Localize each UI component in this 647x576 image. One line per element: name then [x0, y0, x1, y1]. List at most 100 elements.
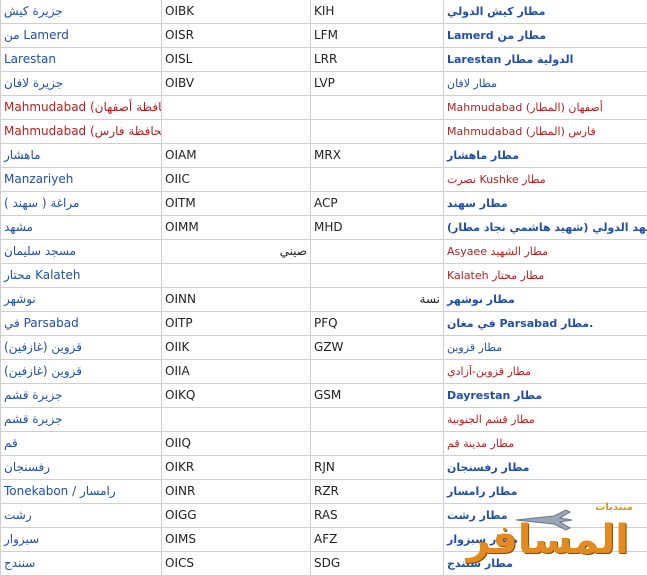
airports-table: جزيرة كيش OIBK KIH مطار كيش الدولي من Lamerd… — [0, 0, 647, 576]
airport-name-cell[interactable]: (مطار مشهد الدولي (شهيد هاشمي نجاد مطار — [443, 215, 647, 240]
table-row: في Parsabad OITP PFQ في مغان Parsabad مطار. — [0, 311, 647, 336]
icao-code-cell: OIMM — [161, 215, 311, 240]
city-cell[interactable]: محتار Kalateh — [0, 263, 162, 288]
airport-name-cell[interactable]: Mahmudabad أصفهان (المطار) — [443, 95, 647, 120]
iata-code-cell — [310, 95, 444, 120]
city-cell[interactable]: (قزوين (غازفين — [0, 335, 162, 360]
table-row: Mahmudabad (محافظة أصفهان) Mahmudabad أصف… — [0, 95, 647, 120]
icao-code-cell: OITM — [161, 191, 311, 216]
table-row: رفسنجان OIKR RJN مطار رفسنجان — [0, 455, 647, 480]
airport-name-cell[interactable]: Larestan الدولية مطار — [443, 47, 647, 72]
airport-name-cell[interactable]: مطار قزوين — [443, 335, 647, 360]
table-row: ماهشار OIAM MRX مطار ماهشار — [0, 143, 647, 168]
airport-name-cell[interactable]: مطار سهند — [443, 191, 647, 216]
icao-code-cell: OISL — [161, 47, 311, 72]
airport-name-cell[interactable]: Lamerd مطار من — [443, 23, 647, 48]
icao-code-cell — [161, 95, 311, 120]
table-row: سنندج OICS SDG مطار سنندج — [0, 551, 647, 576]
city-cell[interactable]: مسجد سليمان — [0, 239, 162, 264]
table-row: نوشهر OINN نسة مطار نوشهر — [0, 287, 647, 312]
table-row: محتار Kalateh Kalateh مطار محتار — [0, 263, 647, 288]
city-cell[interactable]: جزيرة قشم — [0, 407, 162, 432]
iata-code-cell: RAS — [310, 503, 444, 528]
iata-code-cell: LVP — [310, 71, 444, 96]
table-row: Manzariyeh OIIC نصرت Kushke مطار — [0, 167, 647, 192]
airport-name-cell[interactable]: مطار رشت — [443, 503, 647, 528]
airport-name-cell[interactable]: نصرت Kushke مطار — [443, 167, 647, 192]
city-cell[interactable]: Manzariyeh — [0, 167, 162, 192]
airport-name-cell[interactable]: مطار لافان — [443, 71, 647, 96]
icao-code-cell: صيني — [161, 239, 311, 264]
iata-code-cell: SDG — [310, 551, 444, 576]
airports-table-body: جزيرة كيش OIBK KIH مطار كيش الدولي من Lamerd… — [0, 0, 647, 576]
iata-code-cell — [310, 431, 444, 456]
iata-code-cell — [310, 263, 444, 288]
icao-code-cell — [161, 119, 311, 144]
icao-code-cell: OIIA — [161, 359, 311, 384]
icao-code-cell: OIIQ — [161, 431, 311, 456]
airport-name-cell[interactable]: مطار ماهشار — [443, 143, 647, 168]
icao-code-cell: OINN — [161, 287, 311, 312]
city-cell[interactable]: نوشهر — [0, 287, 162, 312]
airport-name-cell[interactable]: مطار كيش الدولي — [443, 0, 647, 24]
airport-name-cell[interactable]: مطار قشم الجنوبية — [443, 407, 647, 432]
airport-name-cell[interactable]: مطار رفسنجان — [443, 455, 647, 480]
table-row: Larestan OISL LRR Larestan الدولية مطار — [0, 47, 647, 72]
iata-code-cell: GZW — [310, 335, 444, 360]
airport-name-cell[interactable]: مطار قزوين-آزادي — [443, 359, 647, 384]
city-cell[interactable]: رفسنجان — [0, 455, 162, 480]
iata-code-cell — [310, 407, 444, 432]
iata-code-cell: RJN — [310, 455, 444, 480]
airport-name-cell[interactable]: مطار مدينة قم — [443, 431, 647, 456]
city-cell[interactable]: Tonekabon / رامسار — [0, 479, 162, 504]
table-row: (قزوين (غازفين OIIA مطار قزوين-آزادي — [0, 359, 647, 384]
city-cell[interactable]: رشت — [0, 503, 162, 528]
icao-code-cell: OITP — [161, 311, 311, 336]
airport-name-cell[interactable]: مطار رامسار — [443, 479, 647, 504]
icao-code-cell — [161, 263, 311, 288]
iata-code-cell: MRX — [310, 143, 444, 168]
city-cell[interactable]: قم — [0, 431, 162, 456]
airport-name-cell[interactable]: مطار سنندج — [443, 551, 647, 576]
city-cell[interactable]: جزيرة لافان — [0, 71, 162, 96]
icao-code-cell — [161, 407, 311, 432]
city-cell[interactable]: ( مراغة ( سهند — [0, 191, 162, 216]
table-row: Tonekabon / رامسار OINR RZR مطار رامسار — [0, 479, 647, 504]
table-row: قم OIIQ مطار مدينة قم — [0, 431, 647, 456]
iata-code-cell — [310, 359, 444, 384]
city-cell[interactable]: في Parsabad — [0, 311, 162, 336]
city-cell[interactable]: جزيرة قشم — [0, 383, 162, 408]
iata-code-cell — [310, 239, 444, 264]
airport-name-cell[interactable]: Mahmudabad فارس (المطار) — [443, 119, 647, 144]
airport-name-cell[interactable]: في مغان Parsabad مطار. — [443, 311, 647, 336]
icao-code-cell: OIBK — [161, 0, 311, 24]
city-cell[interactable]: Larestan — [0, 47, 162, 72]
table-row: (قزوين (غازفين OIIK GZW مطار قزوين — [0, 335, 647, 360]
table-row: Mahmudabad (محافظة فارس) Mahmudabad فارس … — [0, 119, 647, 144]
city-cell[interactable]: سبزوار — [0, 527, 162, 552]
iata-code-cell: KIH — [310, 0, 444, 24]
table-row: مسجد سليمان صيني Asyaee مطار الشهيد — [0, 239, 647, 264]
table-row: رشت OIGG RAS مطار رشت — [0, 503, 647, 528]
city-cell[interactable]: مشهد — [0, 215, 162, 240]
iata-code-cell: AFZ — [310, 527, 444, 552]
city-cell[interactable]: سنندج — [0, 551, 162, 576]
airport-name-cell[interactable]: Asyaee مطار الشهيد — [443, 239, 647, 264]
city-cell[interactable]: Mahmudabad (محافظة فارس) — [0, 119, 162, 144]
table-row: ( مراغة ( سهند OITM ACP مطار سهند — [0, 191, 647, 216]
city-cell[interactable]: (قزوين (غازفين — [0, 359, 162, 384]
airport-name-cell[interactable]: مطار سبزوار — [443, 527, 647, 552]
airport-name-cell[interactable]: مطار نوشهر — [443, 287, 647, 312]
iata-code-cell: ACP — [310, 191, 444, 216]
city-cell[interactable]: جزيرة كيش — [0, 0, 162, 24]
table-row: جزيرة كيش OIBK KIH مطار كيش الدولي — [0, 0, 647, 24]
iata-code-cell: RZR — [310, 479, 444, 504]
city-cell[interactable]: ماهشار — [0, 143, 162, 168]
icao-code-cell: OIAM — [161, 143, 311, 168]
icao-code-cell: OIMS — [161, 527, 311, 552]
city-cell[interactable]: Mahmudabad (محافظة أصفهان) — [0, 95, 162, 120]
city-cell[interactable]: من Lamerd — [0, 23, 162, 48]
airport-name-cell[interactable]: Dayrestan مطار — [443, 383, 647, 408]
airport-name-cell[interactable]: Kalateh مطار محتار — [443, 263, 647, 288]
table-row: مشهدOIMMMHD(مطار مشهد الدولي (شهيد هاشمي… — [0, 215, 647, 240]
